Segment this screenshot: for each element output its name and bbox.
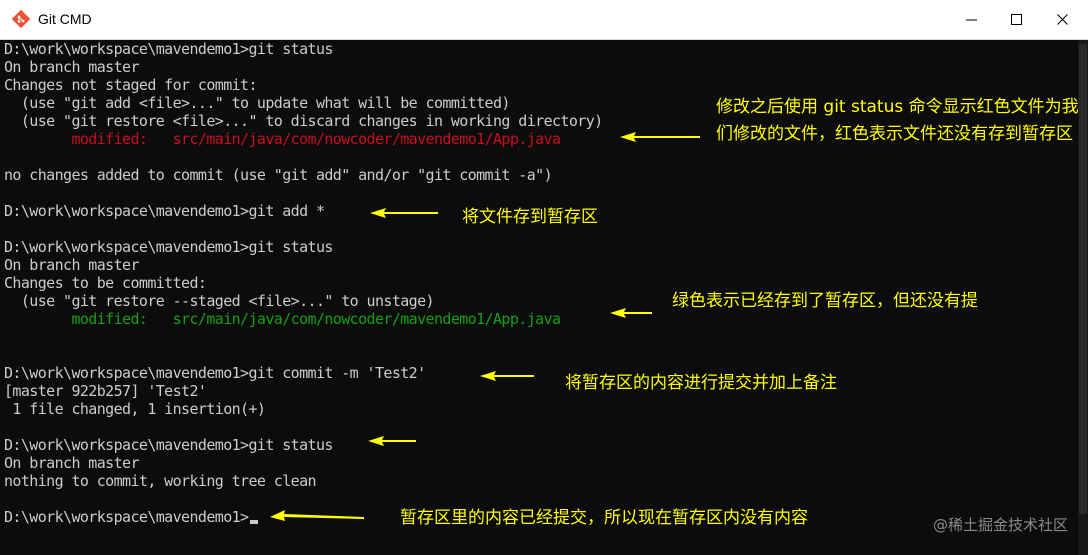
terminal-line: D:\work\workspace\mavendemo1>git status bbox=[4, 436, 333, 454]
close-icon bbox=[1057, 14, 1068, 25]
terminal-line: On branch master bbox=[4, 256, 140, 274]
watermark: @稀土掘金技术社区 bbox=[932, 516, 1068, 534]
terminal-line: [master 922b257] 'Test2' bbox=[4, 382, 207, 400]
annotation-git-add: 将文件存到暂存区 bbox=[462, 207, 598, 227]
terminal-line: (use "git restore <file>..." to discard … bbox=[4, 112, 603, 130]
terminal-line: On branch master bbox=[4, 454, 140, 472]
text-cursor bbox=[249, 520, 258, 524]
prompt-line: D:\work\workspace\mavendemo1> bbox=[4, 508, 258, 526]
title-bar: Git CMD bbox=[0, 0, 1088, 40]
annotation-arrow-icon bbox=[370, 208, 438, 218]
minimize-icon bbox=[966, 19, 977, 21]
close-button[interactable] bbox=[1040, 0, 1086, 39]
annotation-unstaged: 修改之后使用 git status 命令显示红色文件为我们修改的文件，红色表示文… bbox=[716, 97, 1079, 144]
annotation-clean: 暂存区里的内容已经提交，所以现在暂存区内没有内容 bbox=[400, 508, 808, 528]
scrollbar-thumb[interactable] bbox=[1079, 44, 1087, 514]
annotation-arrow-icon bbox=[620, 132, 700, 142]
terminal-line: On branch master bbox=[4, 58, 140, 76]
annotation-commit: 将暂存区的内容进行提交并加上备注 bbox=[565, 373, 837, 393]
terminal-line: Changes to be committed: bbox=[4, 274, 207, 292]
terminal-line: (use "git add <file>..." to update what … bbox=[4, 94, 511, 112]
terminal-line: D:\work\workspace\mavendemo1>git commit … bbox=[4, 364, 426, 382]
terminal-line: D:\work\workspace\mavendemo1>git status bbox=[4, 238, 333, 256]
modified-file-unstaged: modified: src/main/java/com/nowcoder/mav… bbox=[4, 130, 561, 148]
terminal-line: (use "git restore --staged <file>..." to… bbox=[4, 292, 435, 310]
annotation-staged: 绿色表示已经存到了暂存区，但还没有提 bbox=[672, 291, 978, 311]
git-logo-icon bbox=[12, 10, 30, 28]
terminal-line: D:\work\workspace\mavendemo1>git add * bbox=[4, 202, 325, 220]
prompt-text: D:\work\workspace\mavendemo1> bbox=[4, 508, 249, 526]
annotation-arrow-icon bbox=[270, 510, 364, 521]
terminal-line: no changes added to commit (use "git add… bbox=[4, 166, 553, 184]
maximize-button[interactable] bbox=[994, 0, 1040, 39]
minimize-button[interactable] bbox=[949, 0, 995, 39]
terminal-line: 1 file changed, 1 insertion(+) bbox=[4, 400, 266, 418]
terminal-line: D:\work\workspace\mavendemo1>git status bbox=[4, 40, 333, 58]
annotation-arrow-icon bbox=[480, 371, 534, 381]
terminal-line: Changes not staged for commit: bbox=[4, 76, 258, 94]
terminal-line: nothing to commit, working tree clean bbox=[4, 472, 317, 490]
maximize-icon bbox=[1011, 14, 1022, 25]
modified-file-staged: modified: src/main/java/com/nowcoder/mav… bbox=[4, 310, 561, 328]
annotation-arrow-icon bbox=[610, 308, 652, 318]
annotation-arrow-icon bbox=[368, 436, 416, 446]
window-title: Git CMD bbox=[38, 11, 92, 27]
